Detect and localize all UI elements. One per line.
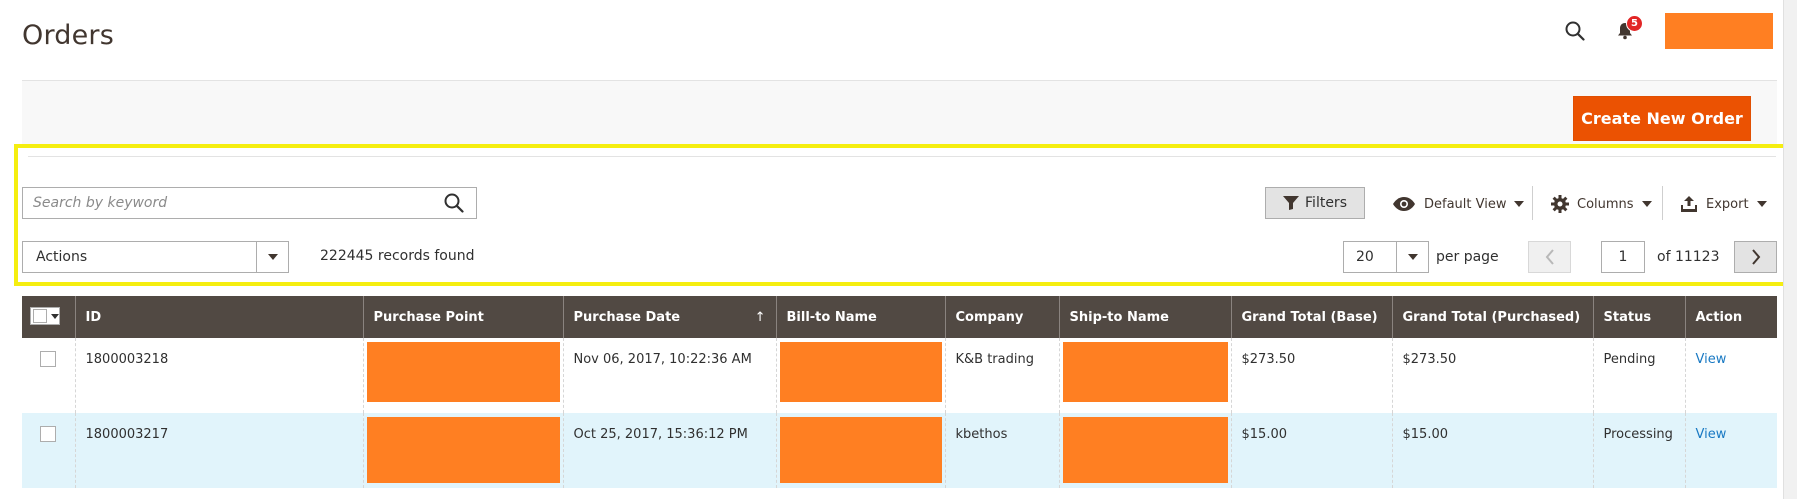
page-actions-bar (22, 80, 1777, 146)
records-found-count: 222445 records found (320, 248, 475, 264)
toolbar-divider (28, 156, 1776, 157)
cell-grand-total-base: $15.00 (1230, 413, 1392, 488)
column-header-ship-to-name[interactable]: Ship-to Name (1058, 296, 1231, 338)
search-input[interactable] (23, 188, 432, 218)
cell-company: kbethos (944, 413, 1059, 488)
cell-id: 1800003218 (74, 338, 363, 413)
row-checkbox[interactable] (40, 351, 57, 367)
chevron-down-icon (1641, 201, 1652, 207)
table-row[interactable]: 1800003217 Oct 25, 2017, 15:36:12 PM kbe… (22, 413, 1777, 488)
previous-page-button[interactable] (1528, 241, 1571, 273)
column-header-id[interactable]: ID (74, 296, 363, 338)
filter-icon (1283, 196, 1300, 210)
mass-select-checkbox[interactable] (30, 307, 60, 325)
column-header-label: Purchase Date (573, 309, 681, 325)
user-account-menu[interactable] (1665, 13, 1773, 49)
total-pages-label: of 11123 (1657, 249, 1720, 265)
row-select-cell (22, 413, 75, 488)
mass-select-header (22, 296, 75, 338)
cell-purchase-point (362, 338, 563, 413)
notifications-button[interactable]: 5 (1609, 15, 1643, 47)
default-view-dropdown[interactable]: Default View (1392, 191, 1525, 217)
export-icon (1681, 196, 1697, 212)
cell-id: 1800003217 (74, 413, 363, 488)
sort-ascending-icon: ↑ (754, 309, 766, 325)
cell-bill-to-name (775, 338, 945, 413)
cell-status: Processing (1592, 413, 1685, 488)
cell-ship-to-name (1058, 338, 1231, 413)
column-header-purchase-date[interactable]: Purchase Date ↑ (562, 296, 776, 338)
cell-action: View (1684, 413, 1777, 488)
chevron-down-icon (1514, 201, 1525, 207)
checkbox (33, 309, 47, 323)
export-dropdown[interactable]: Export (1680, 191, 1767, 217)
toolbar-separator (1662, 186, 1663, 220)
per-page-select[interactable]: 20 (1343, 241, 1429, 273)
redacted-block (1062, 342, 1228, 402)
column-header-grand-total-base[interactable]: Grand Total (Base) (1230, 296, 1392, 338)
toolbar-separator (1532, 186, 1533, 220)
chevron-down-icon (1756, 201, 1767, 207)
search-icon (444, 193, 464, 213)
column-header-grand-total-purchased[interactable]: Grand Total (Purchased) (1391, 296, 1593, 338)
page-scrollbar[interactable] (1783, 0, 1797, 499)
chevron-down-icon (267, 254, 278, 260)
table-row[interactable]: 1800003218 Nov 06, 2017, 10:22:36 AM K&B… (22, 338, 1777, 413)
column-header-action: Action (1684, 296, 1777, 338)
chevron-down-icon (1407, 254, 1418, 260)
search-submit-button[interactable] (432, 188, 476, 218)
create-new-order-button[interactable]: Create New Order (1573, 96, 1751, 141)
cell-action: View (1684, 338, 1777, 413)
redacted-block (366, 342, 560, 402)
cell-grand-total-purchased: $15.00 (1391, 413, 1593, 488)
per-page-value: 20 (1356, 249, 1374, 265)
header-actions: 5 (1559, 12, 1773, 50)
chevron-right-icon (1751, 249, 1760, 265)
cell-grand-total-base: $273.50 (1230, 338, 1392, 413)
cell-grand-total-purchased: $273.50 (1391, 338, 1593, 413)
view-order-link[interactable]: View (1696, 352, 1727, 367)
redacted-block (1062, 417, 1228, 483)
row-checkbox[interactable] (40, 426, 57, 442)
view-order-link[interactable]: View (1696, 427, 1727, 442)
redacted-block (366, 417, 560, 483)
column-header-purchase-point[interactable]: Purchase Point (362, 296, 563, 338)
default-view-label: Default View (1424, 196, 1507, 212)
grid-header-row: ID Purchase Point Purchase Date ↑ Bill-to… (22, 296, 1777, 338)
chevron-down-icon (51, 313, 59, 319)
gear-icon (1551, 195, 1569, 213)
cell-purchase-date: Nov 06, 2017, 10:22:36 AM (562, 338, 776, 413)
filters-label: Filters (1305, 195, 1347, 211)
column-header-bill-to-name[interactable]: Bill-to Name (775, 296, 945, 338)
chevron-left-icon (1545, 249, 1554, 265)
eye-icon (1393, 197, 1415, 211)
keyword-search (22, 187, 477, 219)
mass-actions-select[interactable]: Actions (22, 241, 289, 273)
mass-actions-label: Actions (36, 249, 88, 265)
notification-count-badge: 5 (1626, 15, 1643, 32)
filters-button[interactable]: Filters (1265, 187, 1365, 219)
page-title: Orders (22, 20, 114, 51)
next-page-button[interactable] (1734, 241, 1777, 273)
redacted-block (779, 342, 942, 402)
columns-dropdown[interactable]: Columns (1551, 191, 1652, 217)
cell-purchase-date: Oct 25, 2017, 15:36:12 PM (562, 413, 776, 488)
row-select-cell (22, 338, 75, 413)
cell-status: Pending (1592, 338, 1685, 413)
current-page-input[interactable] (1601, 241, 1645, 273)
orders-grid: ID Purchase Point Purchase Date ↑ Bill-to… (22, 296, 1777, 488)
export-label: Export (1706, 196, 1749, 212)
actions-toggle[interactable] (256, 242, 288, 272)
column-header-status[interactable]: Status (1592, 296, 1685, 338)
search-icon[interactable] (1559, 15, 1591, 47)
cell-purchase-point (362, 413, 563, 488)
columns-label: Columns (1577, 196, 1634, 212)
cell-bill-to-name (775, 413, 945, 488)
column-header-company[interactable]: Company (944, 296, 1059, 338)
per-page-label: per page (1436, 249, 1499, 265)
cell-ship-to-name (1058, 413, 1231, 488)
cell-company: K&B trading (944, 338, 1059, 413)
per-page-toggle[interactable] (1396, 242, 1428, 272)
redacted-block (779, 417, 942, 483)
